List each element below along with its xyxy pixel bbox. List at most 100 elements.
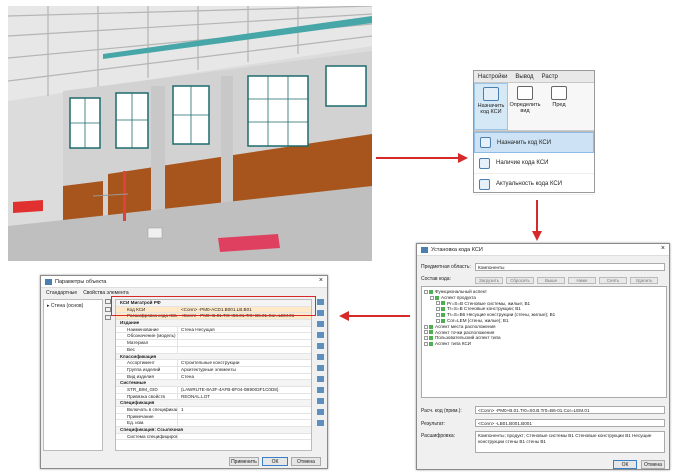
dialog-titlebar: Установка кода КСИ × xyxy=(417,244,669,256)
menu-item-assign-ksi[interactable]: Назначить код КСИ xyxy=(474,132,594,153)
tree-item-label: Стена (основ) xyxy=(50,303,84,309)
result-field[interactable]: <Conn> -LB01.B001.B001 xyxy=(475,419,665,427)
cancel-button[interactable]: Отмена xyxy=(641,460,665,469)
property-value[interactable] xyxy=(178,434,311,440)
tree-node-label: Аспект продукта xyxy=(441,294,476,300)
side-tool-icon[interactable] xyxy=(317,387,324,393)
arrow-head-right xyxy=(458,153,468,163)
side-tool-icon[interactable] xyxy=(317,321,324,327)
ksi-dropdown-menu: Назначить код КСИ Наличие кода КСИ Актуа… xyxy=(474,131,594,195)
result-value: <Conn> -LB01.B001.B001 xyxy=(478,421,532,426)
property-row[interactable]: Группа изделий Архитектурные элементы xyxy=(116,366,311,374)
side-tool-icon[interactable] xyxy=(317,420,324,426)
property-row[interactable]: Материал xyxy=(116,340,311,347)
property-category[interactable]: Издание xyxy=(116,320,311,327)
side-tool-icon[interactable] xyxy=(317,343,324,349)
property-value[interactable] xyxy=(178,333,311,339)
property-value[interactable] xyxy=(178,340,311,346)
property-value[interactable]: REONAL.LOT xyxy=(178,394,311,400)
tree-item[interactable]: ▸ Стена (основ) xyxy=(47,303,99,309)
define-view-icon xyxy=(517,86,533,100)
object-tree[interactable]: ▸ Стена (основ) xyxy=(43,299,103,451)
property-value[interactable] xyxy=(178,414,311,420)
property-value[interactable]: 1 xyxy=(178,407,311,413)
property-key: Вид изделия xyxy=(116,373,178,380)
ribbon-tab[interactable]: Вывод xyxy=(511,71,537,82)
property-row[interactable]: Система специфицирования xyxy=(116,433,311,441)
side-tool-icon[interactable] xyxy=(317,398,324,404)
property-row[interactable]: STR_BIM_GID (LAWRUTE-8A3F-4AFB-8F04-0B900… xyxy=(116,386,311,394)
property-key: Включать в спецификацию xyxy=(116,407,178,413)
partial-button[interactable]: Пред xyxy=(542,83,576,130)
tree-node-label: Аспект типа КСИ xyxy=(435,341,472,347)
tree-node-label: Pr=S=B Стеновые системы, жилые; B1 xyxy=(447,300,531,306)
property-row[interactable]: Ед. изм. xyxy=(116,420,311,428)
define-view-button[interactable]: Определить вид xyxy=(508,83,542,130)
side-tool-icon[interactable] xyxy=(317,354,324,360)
bim-3d-viewport[interactable] xyxy=(8,6,372,261)
toolbar-button[interactable]: Снять xyxy=(599,277,627,284)
property-value[interactable]: Архитектурные элементы xyxy=(178,367,311,373)
property-category[interactable]: Классификация xyxy=(116,353,311,361)
property-key: Привязка свойств xyxy=(116,393,178,400)
property-row[interactable]: Ассортимент Строительные конструкции xyxy=(116,360,311,367)
property-category[interactable]: Спецификация xyxy=(116,400,311,407)
property-value[interactable]: Стена xyxy=(178,374,311,380)
ribbon-tab[interactable]: Настройки xyxy=(474,71,511,82)
toolbar-button[interactable]: Выше xyxy=(537,277,565,284)
partial-icon xyxy=(551,86,567,100)
property-key: Примечание xyxy=(116,413,178,420)
tab-standard[interactable]: Стандартные xyxy=(43,289,80,297)
tree-node[interactable]: Аспект типа КСИ xyxy=(424,341,664,347)
domain-select[interactable]: Компоненты xyxy=(475,263,665,271)
toolbar-button[interactable]: Загрузить xyxy=(475,277,503,284)
ok-button[interactable]: ОК xyxy=(262,457,288,466)
ksi-assign-icon xyxy=(483,87,499,101)
result-code-label: Расч. код (прим.): xyxy=(421,408,462,414)
apply-button[interactable]: Применить xyxy=(229,457,259,466)
ribbon-tab[interactable]: Растр xyxy=(538,71,562,82)
toolbar-button[interactable]: Сбросить xyxy=(506,277,534,284)
side-tool-icon[interactable] xyxy=(317,365,324,371)
property-row[interactable]: Обозначение (модель) xyxy=(116,333,311,341)
property-category[interactable]: Системные xyxy=(116,380,311,387)
building-interior-render xyxy=(8,6,372,261)
assign-ksi-button[interactable]: Назначить код КСИ xyxy=(474,83,508,130)
property-value[interactable]: (LAWRUTE-8A3F-4AFB-8F04-0B9003F1C0D8) xyxy=(178,387,311,393)
property-key: Классификация xyxy=(120,353,157,359)
side-tool-icon[interactable] xyxy=(317,332,324,338)
side-tool-icon[interactable] xyxy=(317,299,324,305)
property-value[interactable]: Строительные конструкции xyxy=(178,360,311,366)
toolbar-button[interactable]: Удалить xyxy=(630,277,658,284)
property-row[interactable]: Вес xyxy=(116,346,311,354)
ksi-icon xyxy=(479,178,490,190)
property-key: Спецификация: Ссылочная xyxy=(120,427,184,433)
property-row[interactable]: Привязка свойств REONAL.LOT xyxy=(116,393,311,401)
close-icon[interactable]: × xyxy=(319,277,323,284)
property-grid[interactable]: КСИ Мигатрой РФ Код КСИ <Conn> -PM0-ACD1.B… xyxy=(115,299,312,451)
side-tool-icon[interactable] xyxy=(317,310,324,316)
menu-item-ksi-actuality[interactable]: Актуальность кода КСИ xyxy=(474,174,594,195)
property-value[interactable] xyxy=(178,347,311,353)
result-code-field[interactable]: <Conn> -PM0+B.01.Tr0=S0.B.Tr0=B6-01.Cor=… xyxy=(475,406,665,414)
property-row[interactable]: Вид изделия Стена xyxy=(116,373,311,381)
property-row[interactable]: Примечание xyxy=(116,413,311,421)
close-icon[interactable]: × xyxy=(661,245,665,252)
ok-button[interactable]: ОК xyxy=(613,460,637,469)
property-category[interactable]: Спецификация: Ссылочная xyxy=(116,427,311,434)
cancel-button[interactable]: Отмена xyxy=(291,457,321,466)
arrow-head-left xyxy=(339,311,349,321)
decode-field[interactable]: Компоненты; продукт; Стеновые системы B1… xyxy=(475,431,665,453)
menu-item-ksi-presence[interactable]: Наличие кода КСИ xyxy=(474,153,594,174)
node-icon xyxy=(429,330,433,335)
property-key: Наименование xyxy=(116,326,178,333)
property-value[interactable] xyxy=(178,420,311,426)
toolbar-button[interactable]: Ниже xyxy=(568,277,596,284)
property-row[interactable]: Включать в спецификацию1 xyxy=(116,407,311,414)
property-value[interactable]: Стена Несущая xyxy=(178,327,311,333)
side-tool-icon[interactable] xyxy=(317,376,324,382)
property-row[interactable]: Наименование Стена Несущая xyxy=(116,326,311,334)
code-tree[interactable]: Функциональный аспект Аспект продукта Pr… xyxy=(421,286,667,398)
side-tool-icon[interactable] xyxy=(317,409,324,415)
ksi-icon xyxy=(480,137,491,148)
